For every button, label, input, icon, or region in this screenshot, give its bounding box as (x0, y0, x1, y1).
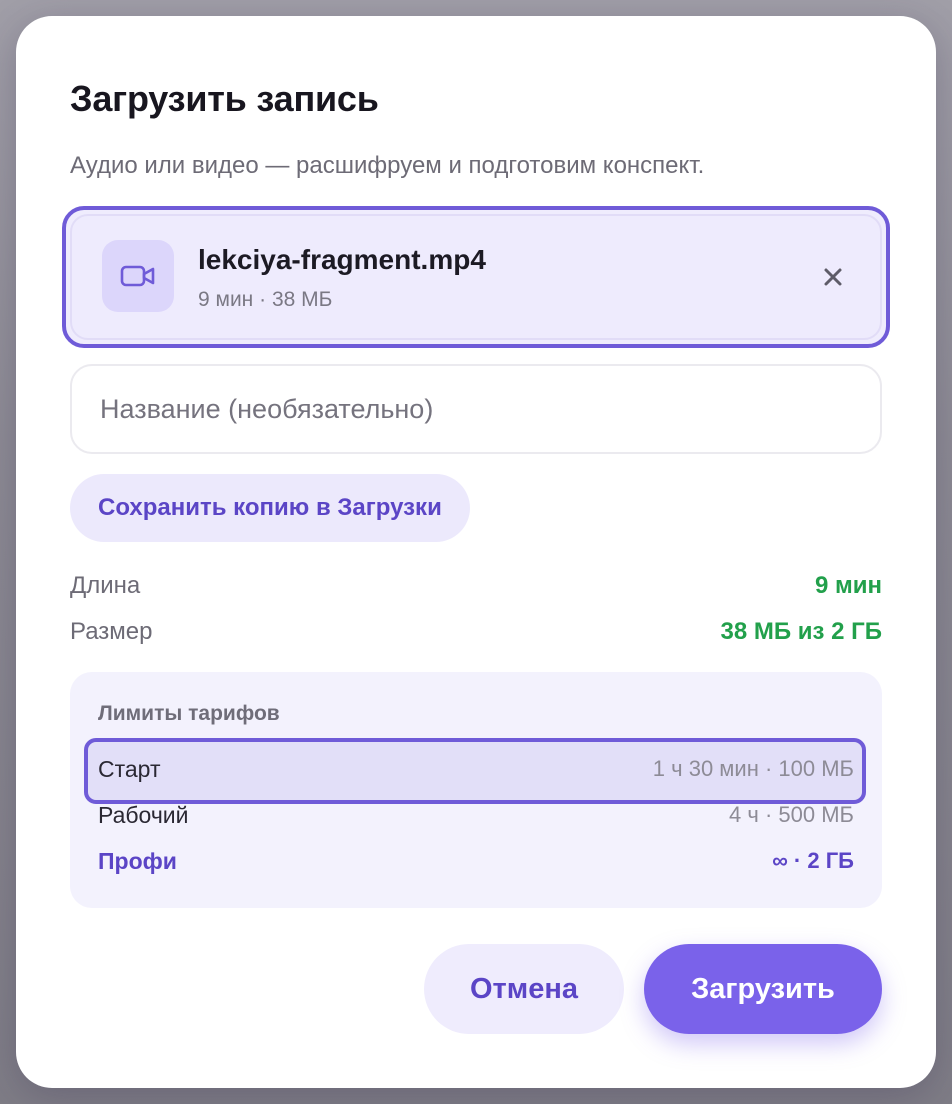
plan-limit: 1 ч 30 мин · 100 МБ (652, 756, 854, 781)
size-row: Размер 38 МБ из 2 ГБ (70, 618, 882, 646)
plan-limit: 4 ч · 500 МБ (729, 802, 854, 827)
size-label: Размер (70, 618, 153, 645)
upload-dialog: Загрузить запись Аудио или видео — расши… (16, 16, 936, 1088)
close-icon[interactable] (816, 260, 850, 294)
file-name: lekciya-fragment.mp4 (198, 244, 486, 275)
dialog-subtitle: Аудио или видео — расшифруем и подготови… (70, 152, 705, 179)
upload-button[interactable]: Загрузить (644, 944, 882, 1034)
plan-name: Рабочий (98, 802, 189, 828)
selected-file-card: lekciya-fragment.mp4 9 мин · 38 МБ (62, 206, 890, 348)
plan-row-start: Старт 1 ч 30 мин · 100 МБ (98, 756, 854, 783)
plan-limits-title: Лимиты тарифов (98, 702, 280, 725)
plan-limit: ∞ · 2 ГБ (772, 848, 854, 873)
size-value: 38 МБ из 2 ГБ (720, 618, 883, 645)
save-copy-button[interactable]: Сохранить копию в Загрузки (70, 474, 470, 542)
video-camera-icon (102, 240, 174, 312)
length-row: Длина 9 мин (70, 572, 882, 600)
plan-name: Профи (98, 848, 177, 874)
title-input[interactable] (70, 364, 882, 454)
cancel-button[interactable]: Отмена (424, 944, 624, 1034)
dialog-title: Загрузить запись (70, 78, 379, 119)
plan-row-working: Рабочий 4 ч · 500 МБ (98, 802, 854, 829)
plan-name: Старт (98, 756, 161, 782)
plan-limits-panel: Лимиты тарифов Старт 1 ч 30 мин · 100 МБ… (70, 672, 882, 908)
length-value: 9 мин (814, 572, 882, 599)
selected-file-card-inner: lekciya-fragment.mp4 9 мин · 38 МБ (70, 214, 882, 340)
length-label: Длина (70, 572, 141, 599)
file-meta: 9 мин · 38 МБ (198, 288, 333, 311)
plan-row-pro: Профи ∞ · 2 ГБ (98, 848, 854, 875)
